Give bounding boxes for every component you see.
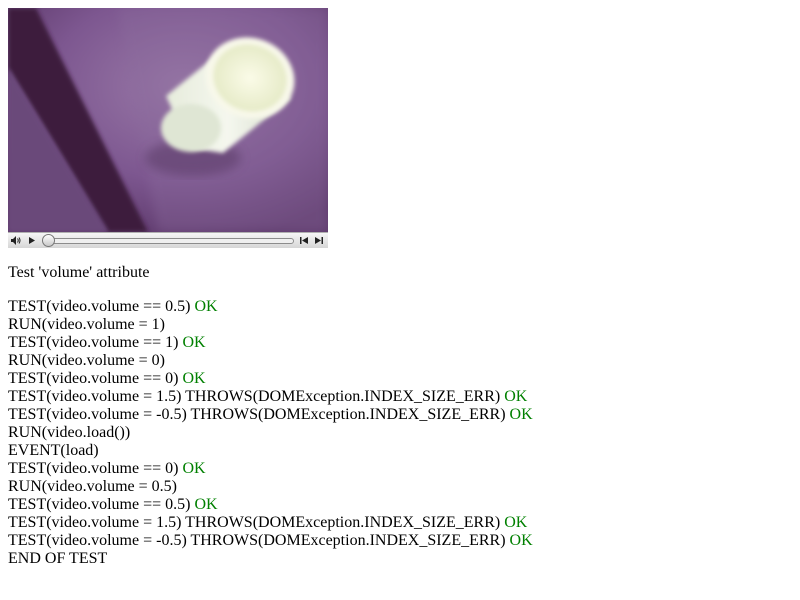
log-line: TEST(video.volume == 0.5) OK (8, 298, 218, 315)
log-line: END OF TEST (8, 550, 108, 567)
rewind-icon[interactable] (298, 234, 310, 247)
log-line: TEST(video.volume == 1) OK (8, 334, 206, 351)
fast-forward-icon[interactable] (313, 234, 325, 247)
test-title: Test 'volume' attribute (8, 264, 150, 281)
ok-status: OK (182, 460, 206, 477)
ok-status: OK (182, 370, 206, 387)
log-line: TEST(video.volume == 0) OK (8, 370, 206, 387)
seek-slider-thumb[interactable] (42, 234, 55, 247)
log-line: TEST(video.volume == 0.5) OK (8, 496, 218, 513)
log-line: TEST(video.volume = -0.5) THROWS(DOMExce… (8, 406, 533, 423)
log-line: RUN(video.volume = 0) (8, 352, 165, 369)
log-line: RUN(video.volume = 0.5) (8, 478, 177, 495)
play-icon[interactable] (26, 234, 38, 247)
video-still-cup (8, 8, 328, 232)
video-player[interactable] (8, 8, 328, 248)
test-log: TEST(video.volume == 0.5) OK RUN(video.v… (8, 298, 533, 568)
speaker-icon[interactable] (10, 234, 22, 247)
log-line: RUN(video.load()) (8, 424, 131, 441)
log-line: RUN(video.volume = 1) (8, 316, 165, 333)
ok-status: OK (182, 334, 206, 351)
ok-status: OK (504, 388, 528, 405)
ok-status: OK (509, 406, 533, 423)
log-line: TEST(video.volume = -0.5) THROWS(DOMExce… (8, 532, 533, 549)
ok-status: OK (509, 532, 533, 549)
ok-status: OK (504, 514, 528, 531)
log-line: TEST(video.volume == 0) OK (8, 460, 206, 477)
ok-status: OK (194, 496, 218, 513)
log-line: TEST(video.volume = 1.5) THROWS(DOMExcep… (8, 514, 528, 531)
seek-slider-track[interactable] (46, 238, 294, 244)
log-line: EVENT(load) (8, 442, 99, 459)
ok-status: OK (194, 298, 218, 315)
log-line: TEST(video.volume = 1.5) THROWS(DOMExcep… (8, 388, 528, 405)
video-controls-bar (8, 232, 328, 248)
video-frame[interactable] (8, 8, 328, 232)
